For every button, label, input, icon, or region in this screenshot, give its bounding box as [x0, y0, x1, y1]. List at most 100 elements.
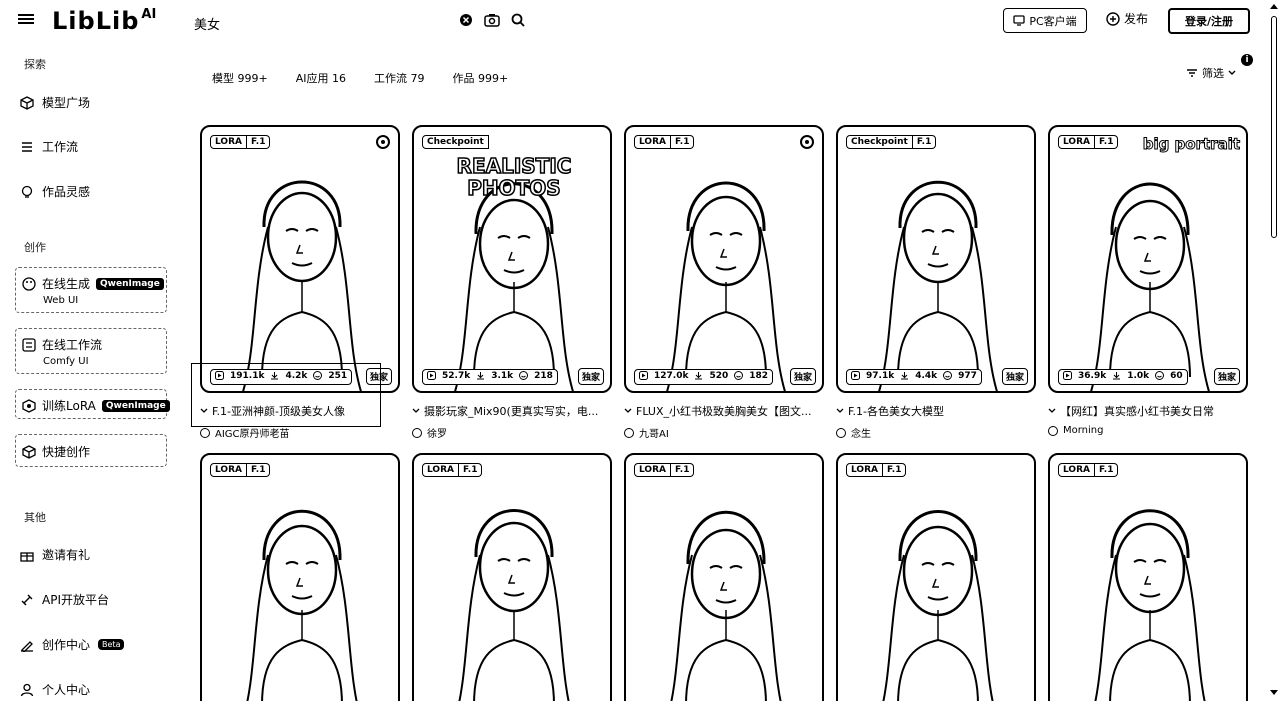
model-card[interactable]: LORA F.1 [836, 453, 1036, 701]
page-scrollbar[interactable] [1268, 0, 1280, 701]
top-header: LibLib AI 美女 PC客户端 发布 登录/注册 [0, 0, 1268, 44]
model-card[interactable]: LORA F.1 big portrait 36.9k 1.0k 60 独家 【… [1048, 125, 1248, 436]
card-image[interactable]: LORA F.1 [1048, 453, 1248, 701]
card-image[interactable]: Checkpoint REALISTIC PHOTOS 52.7k 3.1k 2… [412, 125, 612, 393]
sidebar-item-api[interactable]: API开放平台 [20, 591, 109, 608]
download-icon [1112, 371, 1121, 383]
card-image[interactable]: Checkpoint F.1 97.1k 4.4k 977 独家 [836, 125, 1036, 393]
filter-button[interactable]: 筛选 [1186, 65, 1236, 81]
portrait-image [1094, 509, 1206, 701]
card-stats: 36.9k 1.0k 60 [1058, 369, 1188, 385]
card-title[interactable]: 【网红】真实感小红书美女日常 [1048, 403, 1248, 419]
portrait-image [1090, 182, 1210, 391]
model-card[interactable]: LORA F.1 [1048, 453, 1248, 701]
author-name: 念生 [851, 429, 871, 440]
explore-section-title: 探索 [24, 58, 46, 71]
card-image[interactable]: LORA F.1 [412, 453, 612, 701]
sidebar-item-train-lora[interactable]: 训练LoRA QwenImage [15, 389, 170, 419]
pc-client-button[interactable]: PC客户端 [1003, 8, 1087, 33]
like-count: 60 [1170, 371, 1183, 381]
sidebar-item-inspiration[interactable]: 作品灵感 [20, 183, 90, 200]
run-count: 127.0k [654, 371, 689, 381]
camera-search-icon[interactable] [484, 12, 500, 28]
sidebar-item-online-generate[interactable]: 在线生成 QwenImage Web UI [15, 267, 167, 313]
model-type-badge: LORA [210, 135, 247, 149]
bulb-icon [21, 185, 33, 198]
scroll-down-icon[interactable] [1270, 690, 1278, 695]
card-image[interactable]: LORA F.1 big portrait 36.9k 1.0k 60 独家 [1048, 125, 1248, 393]
card-image[interactable]: LORA F.1 [836, 453, 1036, 701]
model-card[interactable]: Checkpoint F.1 97.1k 4.4k 977 独家 F.1-各色美… [836, 125, 1036, 440]
card-title[interactable]: FLUX_小红书极致美胸美女【图文... [624, 403, 824, 419]
play-icon [1063, 371, 1072, 383]
sidebar-item-model-square[interactable]: 模型广场 [20, 94, 90, 111]
liblib-logo[interactable]: LibLib AI [52, 7, 156, 35]
card-image[interactable]: LORA F.1 127.0k 520 182 独家 [624, 125, 824, 393]
card-author[interactable]: Morning [1048, 425, 1248, 436]
vip-icon [376, 135, 390, 149]
card-author[interactable]: AIGC原丹师老苗 [200, 425, 400, 440]
tab-works[interactable]: 作品 999+ [452, 70, 508, 86]
card-title[interactable]: F.1-亚洲神颜-顶级美女人像 [200, 403, 400, 419]
like-count: 251 [328, 371, 348, 381]
card-image[interactable]: LORA F.1 [200, 453, 400, 701]
card-author[interactable]: 念生 [836, 425, 1036, 440]
search-icon[interactable] [510, 12, 526, 28]
run-count: 52.7k [442, 371, 471, 381]
sidebar-item-quick-create[interactable]: 快捷创作 [15, 434, 167, 467]
portrait-image [670, 510, 782, 701]
card-type-badges: LORA F.1 [210, 463, 271, 477]
card-stats: 52.7k 3.1k 218 [422, 369, 558, 385]
sidebar-item-invite[interactable]: 邀请有礼 [20, 546, 90, 563]
card-image[interactable]: LORA F.1 [624, 453, 824, 701]
base-model-badge: F.1 [246, 463, 271, 477]
author-name: Morning [1063, 425, 1104, 436]
search-input[interactable]: 美女 [194, 14, 220, 33]
card-stats: 127.0k 520 182 [634, 369, 774, 385]
model-card[interactable]: Checkpoint REALISTIC PHOTOS 52.7k 3.1k 2… [412, 125, 612, 440]
download-icon [476, 371, 485, 383]
card-type-badges: LORA F.1 [634, 463, 695, 477]
sidebar-item-label: 作品灵感 [42, 185, 91, 199]
info-icon[interactable]: i [1241, 54, 1253, 66]
tab-models[interactable]: 模型 999+ [212, 70, 268, 86]
card-image[interactable]: LORA F.1 191.1k 4.2k 251 独家 [200, 125, 400, 393]
card-overlay-text: big portrait [1142, 135, 1240, 154]
card-type-badges: LORA F.1 [422, 463, 483, 477]
base-model-badge: F.1 [1094, 463, 1119, 477]
model-type-badge: LORA [634, 135, 671, 149]
hamburger-menu-icon[interactable] [18, 12, 34, 28]
tab-workflows[interactable]: 工作流 79 [374, 70, 425, 86]
base-model-badge: F.1 [1094, 135, 1119, 149]
login-register-button[interactable]: 登录/注册 [1168, 8, 1250, 34]
other-section-title: 其他 [24, 511, 46, 524]
card-author[interactable]: 徐罗 [412, 425, 612, 440]
model-card[interactable]: LORA F.1 [200, 453, 400, 701]
model-card[interactable]: LORA F.1 [412, 453, 612, 701]
scroll-thumb[interactable] [1271, 16, 1277, 238]
model-card[interactable]: LORA F.1 [624, 453, 824, 701]
author-name: 徐罗 [427, 429, 447, 440]
tab-ai-apps[interactable]: AI应用 16 [296, 70, 346, 86]
sidebar-item-profile[interactable]: 个人中心 [20, 681, 90, 698]
sidebar-item-label: 快捷创作 [42, 445, 91, 459]
sidebar-item-online-workflow[interactable]: 在线工作流 Comfy UI [15, 328, 167, 374]
card-author[interactable]: 九哥AI [624, 425, 824, 440]
cube-icon [20, 95, 34, 110]
model-card[interactable]: LORA F.1 191.1k 4.2k 251 独家 F.1-亚洲神颜-顶级美… [200, 125, 400, 440]
clear-search-icon[interactable] [458, 12, 474, 28]
model-card[interactable]: LORA F.1 127.0k 520 182 独家 FLUX_小红书极致美胸美… [624, 125, 824, 440]
avatar [836, 427, 846, 438]
sidebar-item-workflow[interactable]: 工作流 [20, 138, 78, 155]
card-stats: 97.1k 4.4k 977 [846, 369, 982, 385]
like-icon [1155, 371, 1165, 383]
create-section-title: 创作 [24, 241, 46, 254]
publish-button[interactable]: 发布 [1106, 10, 1148, 27]
play-icon [215, 371, 224, 383]
scroll-up-icon[interactable] [1270, 4, 1278, 9]
sidebar-item-creator-center[interactable]: 创作中心 Beta [20, 636, 125, 653]
card-title[interactable]: F.1-各色美女大模型 [836, 403, 1036, 419]
card-title[interactable]: 摄影玩家_Mix90(更真实写实，电... [412, 403, 612, 419]
portrait-image [458, 509, 570, 701]
like-count: 218 [534, 371, 553, 381]
